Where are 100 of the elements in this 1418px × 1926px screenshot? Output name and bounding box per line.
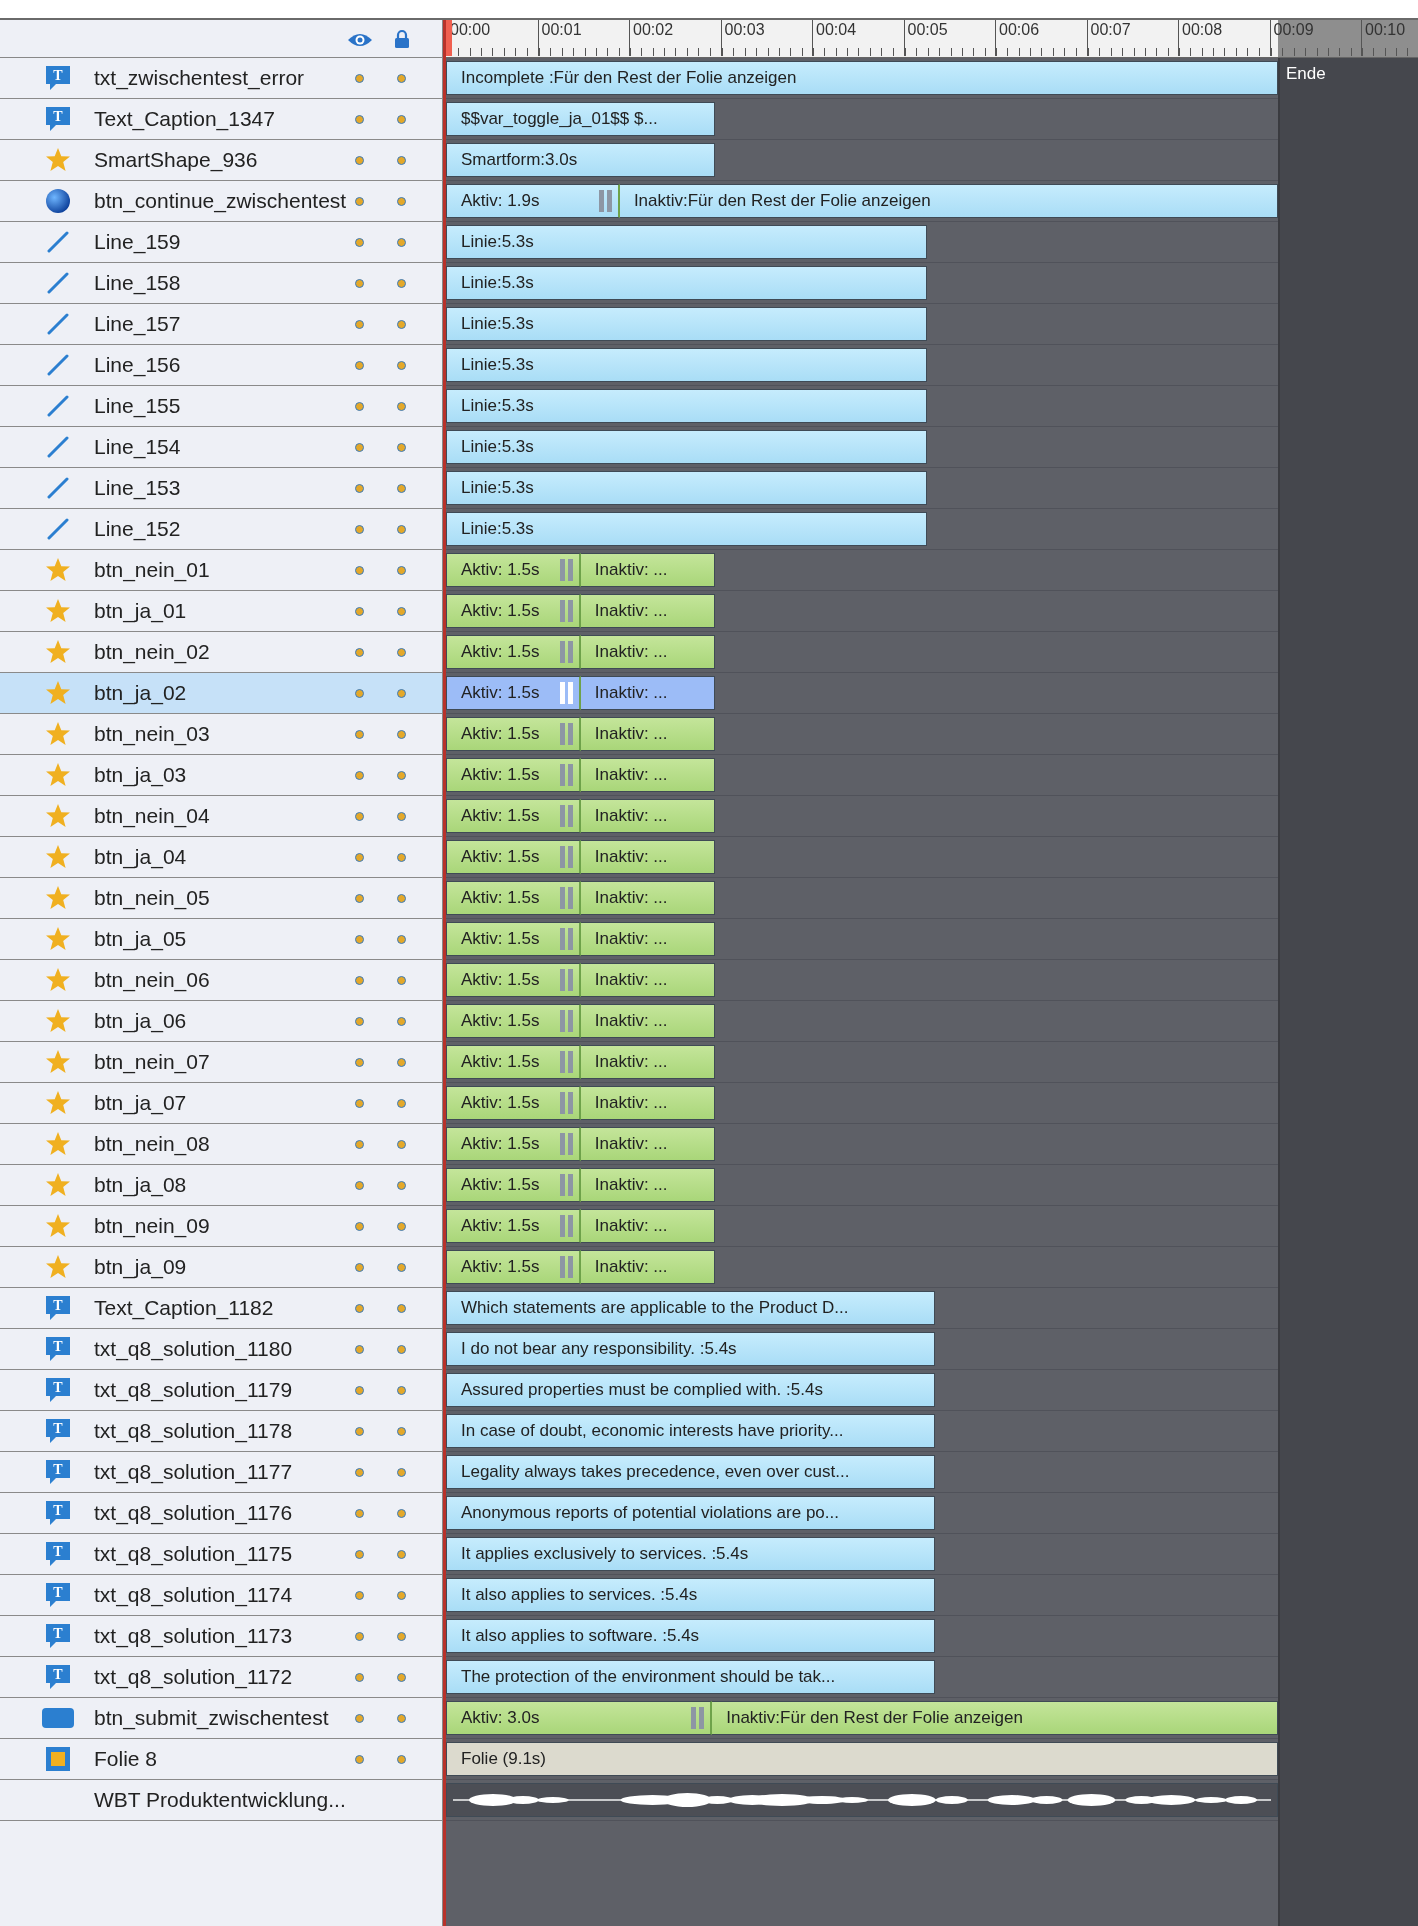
- layer-row[interactable]: T txt_q8_solution_1180: [0, 1329, 442, 1370]
- visibility-dot[interactable]: [355, 566, 364, 575]
- visibility-dot[interactable]: [355, 1427, 364, 1436]
- visibility-dot[interactable]: [355, 361, 364, 370]
- layer-row[interactable]: T txt_q8_solution_1175: [0, 1534, 442, 1575]
- timeline-bar[interactable]: Smartform:3.0s: [446, 143, 715, 177]
- timeline-bar[interactable]: Aktiv: 1.5s: [446, 1086, 581, 1120]
- layer-row[interactable]: T Text_Caption_1182: [0, 1288, 442, 1329]
- visibility-dot[interactable]: [355, 1550, 364, 1559]
- visibility-dot[interactable]: [355, 1509, 364, 1518]
- layer-row[interactable]: SmartShape_936: [0, 140, 442, 181]
- timeline-bar[interactable]: Aktiv: 1.5s: [446, 676, 581, 710]
- timeline-bar[interactable]: Aktiv: 1.5s: [446, 1004, 581, 1038]
- timeline-bar[interactable]: Aktiv: 3.0s: [446, 1701, 713, 1735]
- lock-dot[interactable]: [397, 730, 406, 739]
- visibility-dot[interactable]: [355, 648, 364, 657]
- visibility-dot[interactable]: [355, 74, 364, 83]
- visibility-dot[interactable]: [355, 976, 364, 985]
- visibility-dot[interactable]: [355, 279, 364, 288]
- visibility-dot[interactable]: [355, 1304, 364, 1313]
- timeline-bar[interactable]: [446, 1783, 1278, 1817]
- layer-row[interactable]: T txt_q8_solution_1173: [0, 1616, 442, 1657]
- timeline-bar[interactable]: Linie:5.3s: [446, 389, 927, 423]
- layer-row[interactable]: btn_ja_07: [0, 1083, 442, 1124]
- layer-row[interactable]: btn_nein_06: [0, 960, 442, 1001]
- timeline-bar[interactable]: Aktiv: 1.5s: [446, 553, 581, 587]
- timeline-bar[interactable]: Aktiv: 1.5s: [446, 1250, 581, 1284]
- layer-row[interactable]: Line_159: [0, 222, 442, 263]
- lock-dot[interactable]: [397, 976, 406, 985]
- lock-dot[interactable]: [397, 320, 406, 329]
- visibility-eye-icon[interactable]: [347, 32, 373, 48]
- lock-dot[interactable]: [397, 1058, 406, 1067]
- layer-row[interactable]: btn_nein_07: [0, 1042, 442, 1083]
- lock-dot[interactable]: [397, 1386, 406, 1395]
- playhead-marker[interactable]: [446, 20, 452, 56]
- visibility-dot[interactable]: [355, 730, 364, 739]
- lock-dot[interactable]: [397, 115, 406, 124]
- visibility-dot[interactable]: [355, 771, 364, 780]
- timeline-bar[interactable]: Linie:5.3s: [446, 348, 927, 382]
- lock-dot[interactable]: [397, 1714, 406, 1723]
- layer-row[interactable]: btn_ja_04: [0, 837, 442, 878]
- layer-row[interactable]: Line_158: [0, 263, 442, 304]
- lock-dot[interactable]: [397, 1673, 406, 1682]
- lock-dot[interactable]: [397, 935, 406, 944]
- lock-dot[interactable]: [397, 1755, 406, 1764]
- layer-row[interactable]: btn_submit_zwischentest: [0, 1698, 442, 1739]
- timeline-bar[interactable]: Linie:5.3s: [446, 225, 927, 259]
- timeline-bar[interactable]: Aktiv: 1.5s: [446, 635, 581, 669]
- lock-dot[interactable]: [397, 1591, 406, 1600]
- lock-dot[interactable]: [397, 1427, 406, 1436]
- lock-dot[interactable]: [397, 894, 406, 903]
- timeline-bar[interactable]: In case of doubt, economic interests have priority...: [446, 1414, 936, 1448]
- layer-row[interactable]: Line_155: [0, 386, 442, 427]
- layer-row[interactable]: btn_nein_09: [0, 1206, 442, 1247]
- visibility-dot[interactable]: [355, 320, 364, 329]
- lock-dot[interactable]: [397, 607, 406, 616]
- timeline-bar[interactable]: Aktiv: 1.5s: [446, 717, 581, 751]
- visibility-dot[interactable]: [355, 1755, 364, 1764]
- visibility-dot[interactable]: [355, 115, 364, 124]
- visibility-dot[interactable]: [355, 156, 364, 165]
- lock-dot[interactable]: [397, 1017, 406, 1026]
- timeline-bar[interactable]: The protection of the environment should be tak...: [446, 1660, 936, 1694]
- visibility-dot[interactable]: [355, 1591, 364, 1600]
- visibility-dot[interactable]: [355, 1263, 364, 1272]
- timeline-bar[interactable]: Aktiv: 1.5s: [446, 799, 581, 833]
- lock-dot[interactable]: [397, 648, 406, 657]
- visibility-dot[interactable]: [355, 525, 364, 534]
- layer-row[interactable]: T txt_q8_solution_1178: [0, 1411, 442, 1452]
- layer-row[interactable]: btn_nein_04: [0, 796, 442, 837]
- timeline-bar[interactable]: Linie:5.3s: [446, 512, 927, 546]
- lock-dot[interactable]: [397, 525, 406, 534]
- lock-dot[interactable]: [397, 1550, 406, 1559]
- timeline-bar[interactable]: Aktiv: 1.5s: [446, 594, 581, 628]
- layer-row[interactable]: btn_ja_01: [0, 591, 442, 632]
- visibility-dot[interactable]: [355, 935, 364, 944]
- visibility-dot[interactable]: [355, 1386, 364, 1395]
- lock-dot[interactable]: [397, 74, 406, 83]
- timeline-bar[interactable]: Aktiv: 1.5s: [446, 881, 581, 915]
- visibility-dot[interactable]: [355, 1222, 364, 1231]
- lock-dot[interactable]: [397, 1181, 406, 1190]
- lock-dot[interactable]: [397, 689, 406, 698]
- layer-row[interactable]: btn_nein_03: [0, 714, 442, 755]
- lock-dot[interactable]: [397, 1263, 406, 1272]
- layer-row[interactable]: btn_ja_02: [0, 673, 442, 714]
- timeline-bar[interactable]: Folie (9.1s): [446, 1742, 1278, 1776]
- timeline-bar[interactable]: Aktiv: 1.5s: [446, 922, 581, 956]
- layer-row[interactable]: btn_nein_05: [0, 878, 442, 919]
- visibility-dot[interactable]: [355, 402, 364, 411]
- layer-row[interactable]: WBT Produktentwicklung...: [0, 1780, 442, 1821]
- lock-dot[interactable]: [397, 1140, 406, 1149]
- layer-row[interactable]: T txt_q8_solution_1179: [0, 1370, 442, 1411]
- timeline-bar[interactable]: $$var_toggle_ja_01$$ $...: [446, 102, 715, 136]
- layer-row[interactable]: Line_152: [0, 509, 442, 550]
- layer-row[interactable]: T txt_q8_solution_1172: [0, 1657, 442, 1698]
- timeline-bar[interactable]: Aktiv: 1.5s: [446, 840, 581, 874]
- timeline-bar[interactable]: It also applies to services. :5.4s: [446, 1578, 936, 1612]
- lock-dot[interactable]: [397, 1345, 406, 1354]
- lock-dot[interactable]: [397, 238, 406, 247]
- timeline-bar[interactable]: Aktiv: 1.5s: [446, 963, 581, 997]
- visibility-dot[interactable]: [355, 689, 364, 698]
